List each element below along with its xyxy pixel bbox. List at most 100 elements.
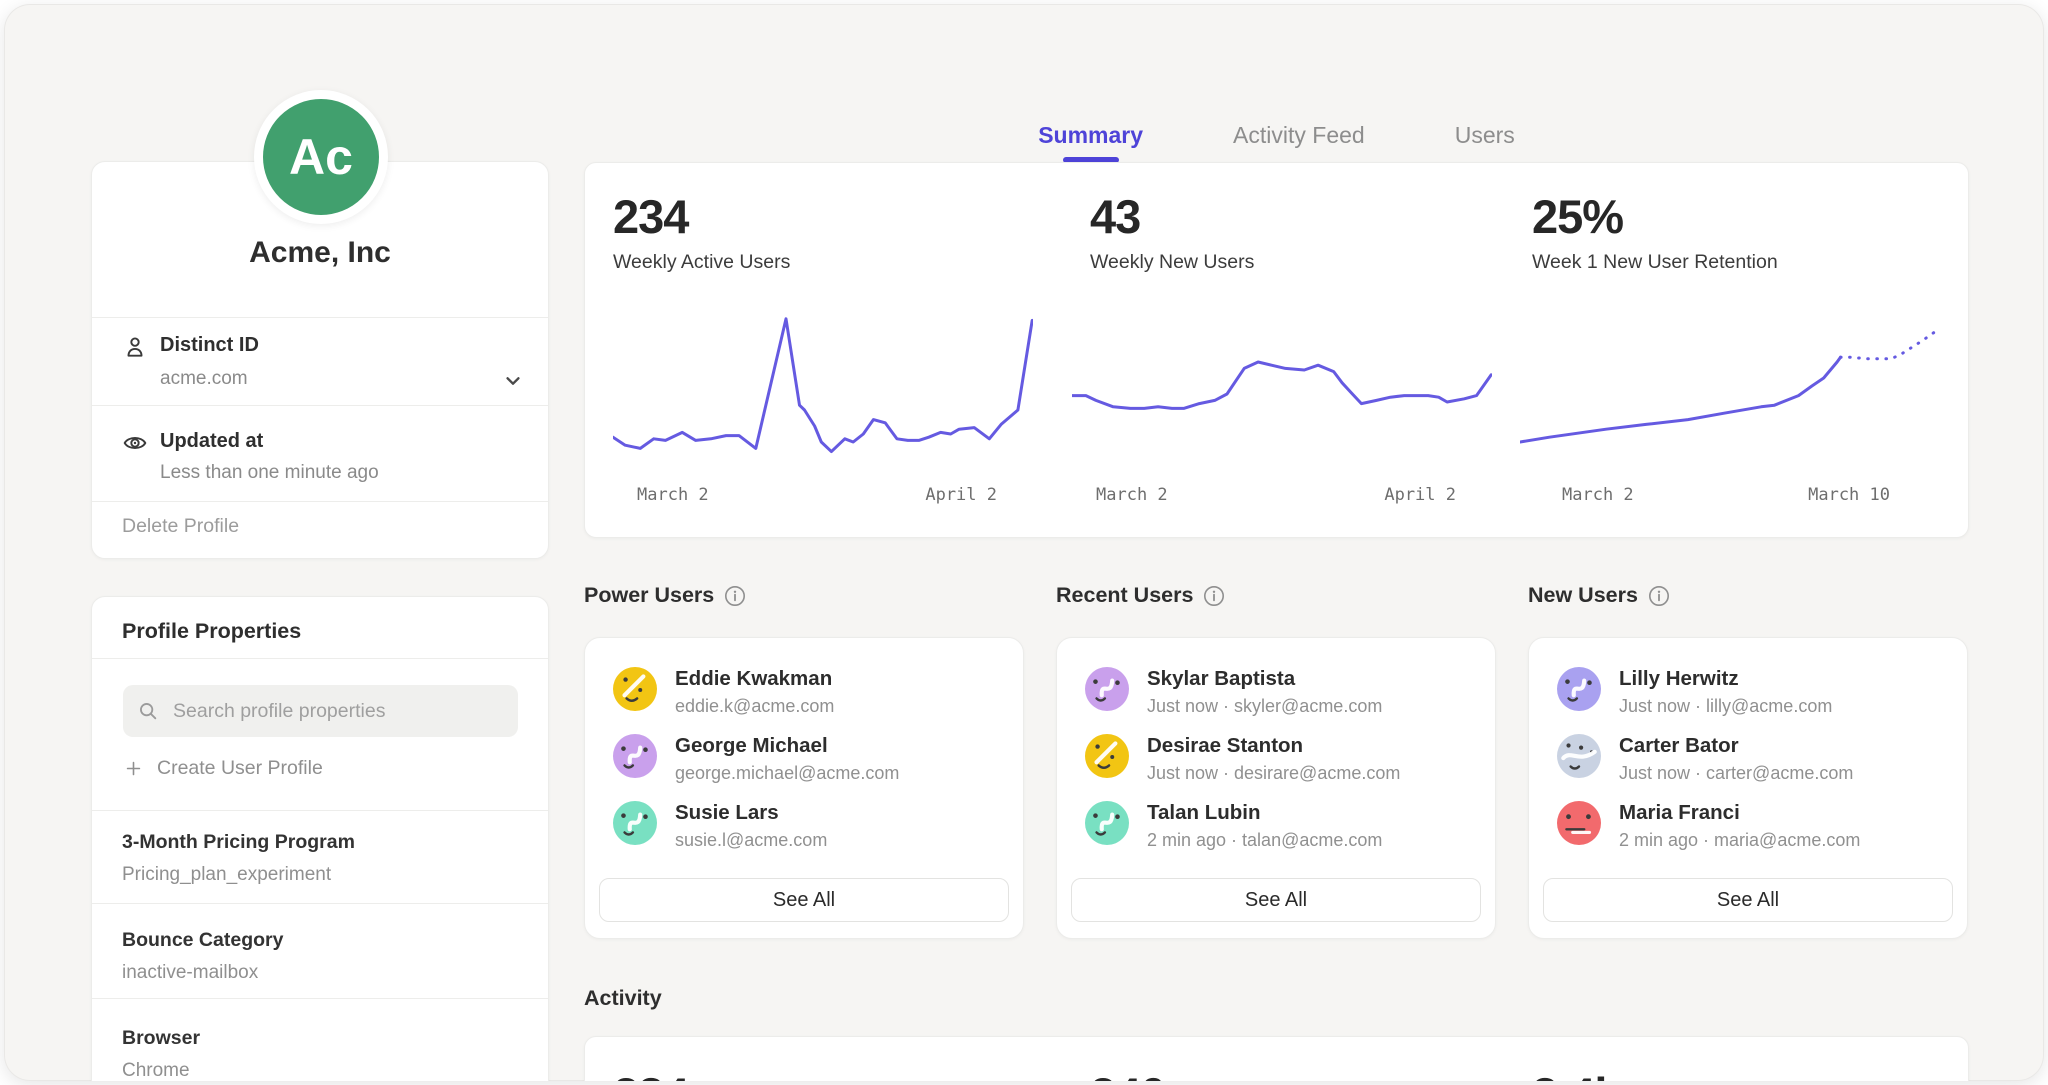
activity-heading: Activity (584, 986, 662, 1011)
search-properties-box[interactable] (123, 685, 518, 737)
info-icon[interactable] (1648, 585, 1670, 607)
chevron-down-icon[interactable] (500, 368, 526, 394)
create-user-profile-button[interactable]: Create User Profile (124, 757, 323, 780)
profile-tabs: Summary Activity Feed Users (584, 116, 1969, 163)
power-users-heading: Power Users (584, 583, 746, 608)
profile-properties-card: Profile Properties Create User Profile 3… (91, 596, 549, 1081)
x-tick: March 2 (637, 485, 709, 505)
user-row[interactable]: Maria Franci 2 min ago · maria@acme.com (1557, 801, 1939, 857)
plus-icon (124, 759, 143, 778)
user-detail: Just now · desirare@acme.com (1147, 763, 1400, 784)
new-users-heading: New Users (1528, 583, 1670, 608)
user-name: Talan Lubin (1147, 801, 1261, 825)
user-avatar (613, 734, 657, 778)
recent-users-card: Skylar Baptista Just now · skyler@acme.c… (1056, 637, 1496, 939)
section-title: Recent Users (1056, 583, 1193, 608)
user-detail: susie.l@acme.com (675, 830, 827, 851)
user-name: Desirae Stanton (1147, 734, 1303, 758)
delete-profile-button[interactable]: Delete Profile (122, 515, 239, 538)
stat-label: Weekly Active Users (613, 251, 790, 274)
user-avatar (1557, 667, 1601, 711)
tab-users[interactable]: Users (1453, 116, 1517, 163)
divider (92, 501, 548, 502)
company-name: Acme, Inc (92, 236, 548, 270)
stat-label: Weekly New Users (1090, 251, 1254, 274)
user-row[interactable]: Desirae Stanton Just now · desirare@acme… (1085, 734, 1467, 790)
x-tick: March 2 (1562, 485, 1634, 505)
x-tick: April 2 (925, 485, 997, 505)
activity-stat: 240 (1072, 1037, 1492, 1081)
stat-value: 43 (1090, 189, 1140, 244)
new-users-card: Lilly Herwitz Just now · lilly@acme.com … (1528, 637, 1968, 939)
eye-icon (122, 430, 148, 456)
see-all-button[interactable]: See All (1543, 878, 1953, 922)
divider (92, 405, 548, 406)
user-detail: Just now · lilly@acme.com (1619, 696, 1832, 717)
activity-stat: 234 (613, 1037, 1033, 1081)
user-detail: 2 min ago · talan@acme.com (1147, 830, 1382, 851)
see-all-button[interactable]: See All (1071, 878, 1481, 922)
stat-label: Week 1 New User Retention (1532, 251, 1778, 274)
stat-value: 234 (613, 189, 688, 244)
user-name: Skylar Baptista (1147, 667, 1295, 691)
company-avatar: Ac (254, 90, 388, 224)
company-avatar-initials: Ac (289, 128, 353, 186)
section-title: New Users (1528, 583, 1638, 608)
x-axis-labels: March 2 April 2 (613, 485, 1033, 505)
tab-label: Activity Feed (1233, 122, 1365, 148)
power-users-card: Eddie Kwakman eddie.k@acme.com George Mi… (584, 637, 1024, 939)
stat-value: 240 (1090, 1067, 1165, 1081)
stat-weekly-active-users: 234 Weekly Active Users March 2 April 2 (613, 163, 1033, 537)
user-row[interactable]: Lilly Herwitz Just now · lilly@acme.com (1557, 667, 1939, 723)
divider (92, 903, 548, 904)
divider (92, 998, 548, 999)
activity-card: 234 240 3.4k (584, 1036, 1969, 1081)
user-name: George Michael (675, 734, 828, 758)
user-avatar (1085, 667, 1129, 711)
stat-weekly-new-users: 43 Weekly New Users March 2 April 2 (1072, 163, 1492, 537)
x-axis-labels: March 2 April 2 (1072, 485, 1492, 505)
user-detail: george.michael@acme.com (675, 763, 899, 784)
property-name: Browser (122, 1027, 200, 1050)
user-row[interactable]: George Michael george.michael@acme.com (613, 734, 995, 790)
user-avatar (613, 801, 657, 845)
updated-at-label: Updated at (160, 430, 263, 453)
see-all-button[interactable]: See All (599, 878, 1009, 922)
stat-week1-retention: 25% Week 1 New User Retention March 2 Ma… (1520, 163, 1942, 537)
tab-activity-feed[interactable]: Activity Feed (1231, 116, 1367, 163)
activity-stat: 3.4k (1520, 1037, 1942, 1081)
divider (92, 810, 548, 811)
recent-users-heading: Recent Users (1056, 583, 1225, 608)
property-value: inactive-mailbox (122, 962, 258, 984)
x-axis-labels: March 2 March 10 (1520, 485, 1942, 505)
user-row[interactable]: Talan Lubin 2 min ago · talan@acme.com (1085, 801, 1467, 857)
user-row[interactable]: Skylar Baptista Just now · skyler@acme.c… (1085, 667, 1467, 723)
app-window: Ac Acme, Inc Distinct ID acme.com Update… (4, 4, 2044, 1081)
info-icon[interactable] (1203, 585, 1225, 607)
section-title: Power Users (584, 583, 714, 608)
sparkline-chart (1520, 290, 1940, 470)
stat-value: 3.4k (1532, 1067, 1619, 1081)
distinct-id-label: Distinct ID (160, 334, 259, 357)
user-row[interactable]: Susie Lars susie.l@acme.com (613, 801, 995, 857)
divider (92, 317, 548, 318)
user-avatar (1085, 801, 1129, 845)
user-row[interactable]: Carter Bator Just now · carter@acme.com (1557, 734, 1939, 790)
info-icon[interactable] (724, 585, 746, 607)
user-detail: eddie.k@acme.com (675, 696, 834, 717)
create-user-profile-label: Create User Profile (157, 757, 323, 780)
profile-properties-title: Profile Properties (122, 619, 301, 644)
search-icon (137, 700, 159, 722)
x-tick: March 10 (1808, 485, 1890, 505)
stat-value: 25% (1532, 189, 1623, 244)
user-avatar (1557, 734, 1601, 778)
user-avatar (613, 667, 657, 711)
summary-stats-card: 234 Weekly Active Users March 2 April 2 … (584, 162, 1969, 538)
tab-summary[interactable]: Summary (1036, 116, 1145, 163)
tab-label: Users (1455, 122, 1515, 148)
user-name: Lilly Herwitz (1619, 667, 1739, 691)
user-row[interactable]: Eddie Kwakman eddie.k@acme.com (613, 667, 995, 723)
sparkline-chart (613, 290, 1033, 470)
search-properties-input[interactable] (171, 699, 504, 724)
person-icon (122, 334, 148, 360)
